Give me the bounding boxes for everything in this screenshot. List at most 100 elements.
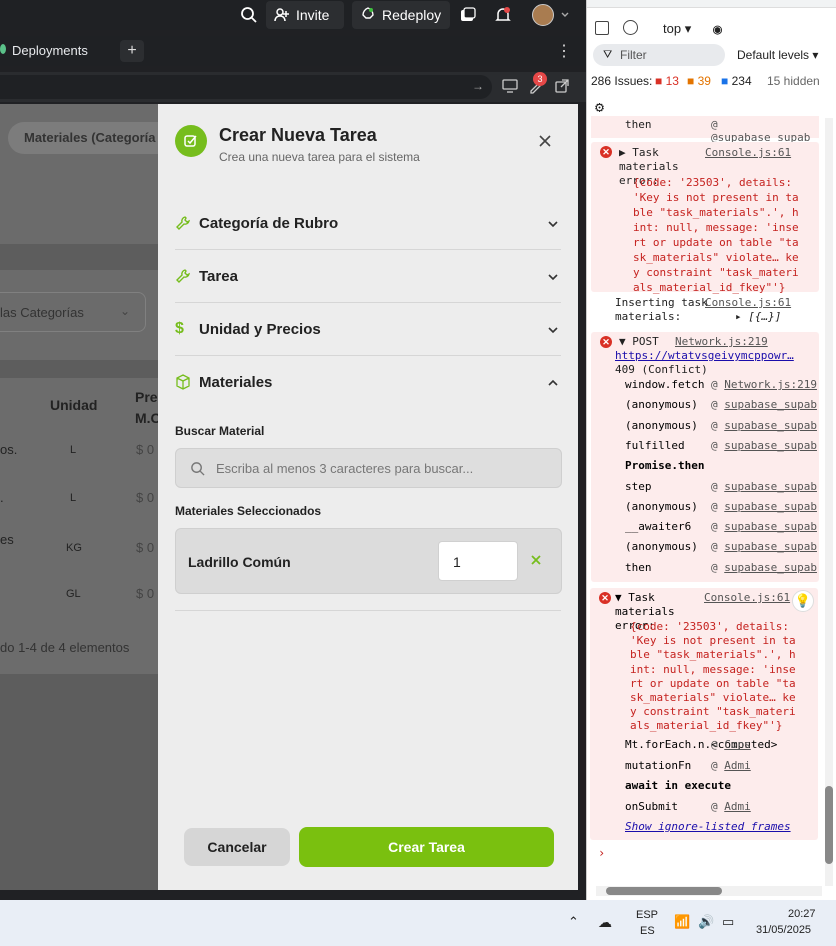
log-source-link[interactable]: Console.js:61 [705, 296, 791, 309]
desktop-icon[interactable] [502, 78, 518, 99]
cancel-button[interactable]: Cancelar [184, 828, 290, 866]
close-icon[interactable] [538, 134, 552, 153]
console-prompt[interactable]: › [598, 846, 605, 860]
log-value[interactable]: ▸ [{…}] [735, 310, 781, 323]
stack-frame: Mt.forEach.n.<computed> @ Cons [625, 738, 821, 751]
error-object-line: ble "task_materials".', h [633, 206, 799, 219]
more-icon[interactable]: ⋮ [556, 41, 572, 61]
chevron-up-icon [547, 376, 559, 394]
top-app-bar: Invite Redeploy [0, 0, 586, 30]
stack-frame-fn: (anonymous) [625, 540, 698, 554]
lightbulb-icon[interactable]: 💡 [792, 590, 814, 612]
context-select[interactable]: top ▾ [663, 21, 691, 37]
show-ignored-frames-link[interactable]: Show ignore-listed frames [625, 820, 791, 833]
external-link-icon[interactable] [554, 78, 570, 99]
error-object[interactable]: {code: '23503', details: 'Key is not pre… [633, 175, 813, 295]
stack-frame-src[interactable]: @ supabase_supab [711, 398, 817, 411]
url-field[interactable]: → [0, 75, 492, 99]
pagination-info: do 1-4 de 4 elementos [0, 640, 130, 655]
stack-frame-src[interactable]: @ Admi [711, 800, 751, 813]
stack-frame-src[interactable]: @ supabase_supab [711, 419, 817, 432]
chevron-up-icon[interactable]: ⌃ [568, 914, 579, 930]
filter-input[interactable]: ⛛ Filter [593, 44, 725, 66]
tab-deployments[interactable]: Deployments [12, 43, 88, 58]
filter-row: ⛛ Filter Default levels ▾ [587, 44, 836, 66]
row-unit: GL [66, 588, 81, 600]
issues-warning-count: ■ 39 [687, 74, 711, 88]
wifi-icon[interactable]: 📶 [674, 914, 690, 930]
clear-console-icon[interactable] [623, 20, 638, 35]
horizontal-scrollbar[interactable] [596, 886, 822, 896]
error-object-line: 'Key is not present in ta [633, 191, 799, 204]
stack-frame-src[interactable]: @ Network.js:219 [711, 378, 817, 391]
redeploy-button[interactable]: Redeploy [352, 1, 450, 29]
filter-icon: ⛛ [603, 48, 613, 61]
go-arrow-icon[interactable]: → [472, 79, 484, 93]
quantity-input[interactable]: 1 [438, 541, 518, 581]
stack-frame: (anonymous) @ supabase_supab [625, 398, 821, 411]
create-task-button[interactable]: Crear Tarea [299, 827, 554, 867]
sidebar-toggle-icon[interactable] [595, 21, 609, 35]
selected-materials-label: Materiales Seleccionados [175, 504, 322, 518]
vertical-scrollbar[interactable] [825, 118, 833, 886]
section-tarea[interactable]: Tarea [175, 250, 561, 303]
stack-frame-src[interactable]: @ Admi [711, 759, 751, 772]
error-object[interactable]: {code: '23503', details: 'Key is not pre… [630, 620, 810, 734]
create-task-modal: Crear Nueva Tarea Crea una nueva tarea p… [158, 104, 578, 890]
stack-frame-fn: window.fetch [625, 378, 705, 391]
chevron-down-icon [547, 323, 559, 341]
cloud-icon[interactable]: ☁ [598, 914, 612, 931]
error-object-line: int: null, message: 'inse [633, 221, 799, 234]
section-categoria-rubro[interactable]: Categoría de Rubro [175, 197, 561, 250]
invite-button[interactable]: Invite [266, 1, 344, 29]
clock-time[interactable]: 20:27 [788, 908, 816, 920]
redeploy-label: Redeploy [382, 7, 442, 23]
stack-frame-src[interactable]: @ supabase_supab [711, 480, 817, 493]
stack-frame-src[interactable]: @ supabase_supab [711, 561, 817, 574]
stack-frame-src[interactable]: @ supabase_supab [711, 439, 817, 452]
battery-icon[interactable]: ▭ [722, 914, 734, 930]
issues-total: 286 Issues: [591, 74, 653, 88]
scrollbar-thumb[interactable] [606, 887, 722, 895]
log-src-link[interactable]: @ @supabase_supab [711, 118, 819, 144]
row-name: . [0, 490, 4, 505]
error-source-link[interactable]: Console.js:61 [704, 591, 790, 604]
chevron-down-icon [547, 217, 559, 235]
search-material-input[interactable]: Escriba al menos 3 caracteres para busca… [175, 448, 562, 488]
avatar[interactable] [524, 1, 578, 29]
error-source-link[interactable]: Console.js:61 [705, 146, 791, 159]
settings-gear-icon[interactable]: ⚙ [595, 98, 604, 116]
add-tab-button[interactable]: + [120, 40, 144, 62]
chevron-down-icon: ⌄ [120, 304, 131, 318]
stack-frame-src[interactable]: @ supabase_supab [711, 500, 817, 513]
window-icon[interactable] [452, 1, 484, 29]
levels-label: Default levels [737, 48, 810, 62]
row-unit: KG [66, 542, 82, 554]
volume-icon[interactable]: 🔊 [698, 914, 714, 930]
error-icon: ✕ [600, 336, 612, 348]
error-icon: ✕ [600, 146, 612, 158]
remove-icon[interactable] [530, 553, 542, 571]
stack-frame-src[interactable]: @ supabase_supab [711, 540, 817, 553]
scrollbar-thumb[interactable] [825, 786, 833, 864]
search-icon[interactable] [232, 1, 266, 29]
levels-select[interactable]: Default levels ▾ [737, 48, 818, 62]
section-label: Categoría de Rubro [199, 214, 339, 232]
error-icon: ✕ [599, 592, 611, 604]
stack-frame-src[interactable]: @ Cons [711, 738, 751, 751]
post-source-link[interactable]: Network.js:219 [675, 335, 768, 348]
clock-date[interactable]: 31/05/2025 [756, 924, 811, 936]
error-object-line: y constraint "task_materi [630, 705, 796, 719]
stack-frame-src[interactable]: @ supabase_supab [711, 520, 817, 533]
section-materiales[interactable]: Materiales [175, 356, 561, 409]
eye-icon[interactable]: ◉ [713, 20, 722, 38]
stack-frame-fn: then [625, 560, 652, 574]
bell-icon[interactable] [486, 1, 520, 29]
issues-bar[interactable]: 286 Issues: ■ 13 ■ 39 ■ 234 15 hidden [587, 72, 836, 90]
language-indicator[interactable]: ESP [636, 909, 658, 921]
error-object-line: 'Key is not present in ta [630, 634, 796, 648]
console-error-entry: ✕ ▶ Task materials error: Console.js:61 … [591, 142, 819, 295]
post-url-link[interactable]: https://wtatvsgeivymcppowr… [615, 349, 794, 362]
stack-frame: then @ supabase_supab [625, 561, 821, 574]
section-unidad-precios[interactable]: $ Unidad y Precios [175, 303, 561, 356]
